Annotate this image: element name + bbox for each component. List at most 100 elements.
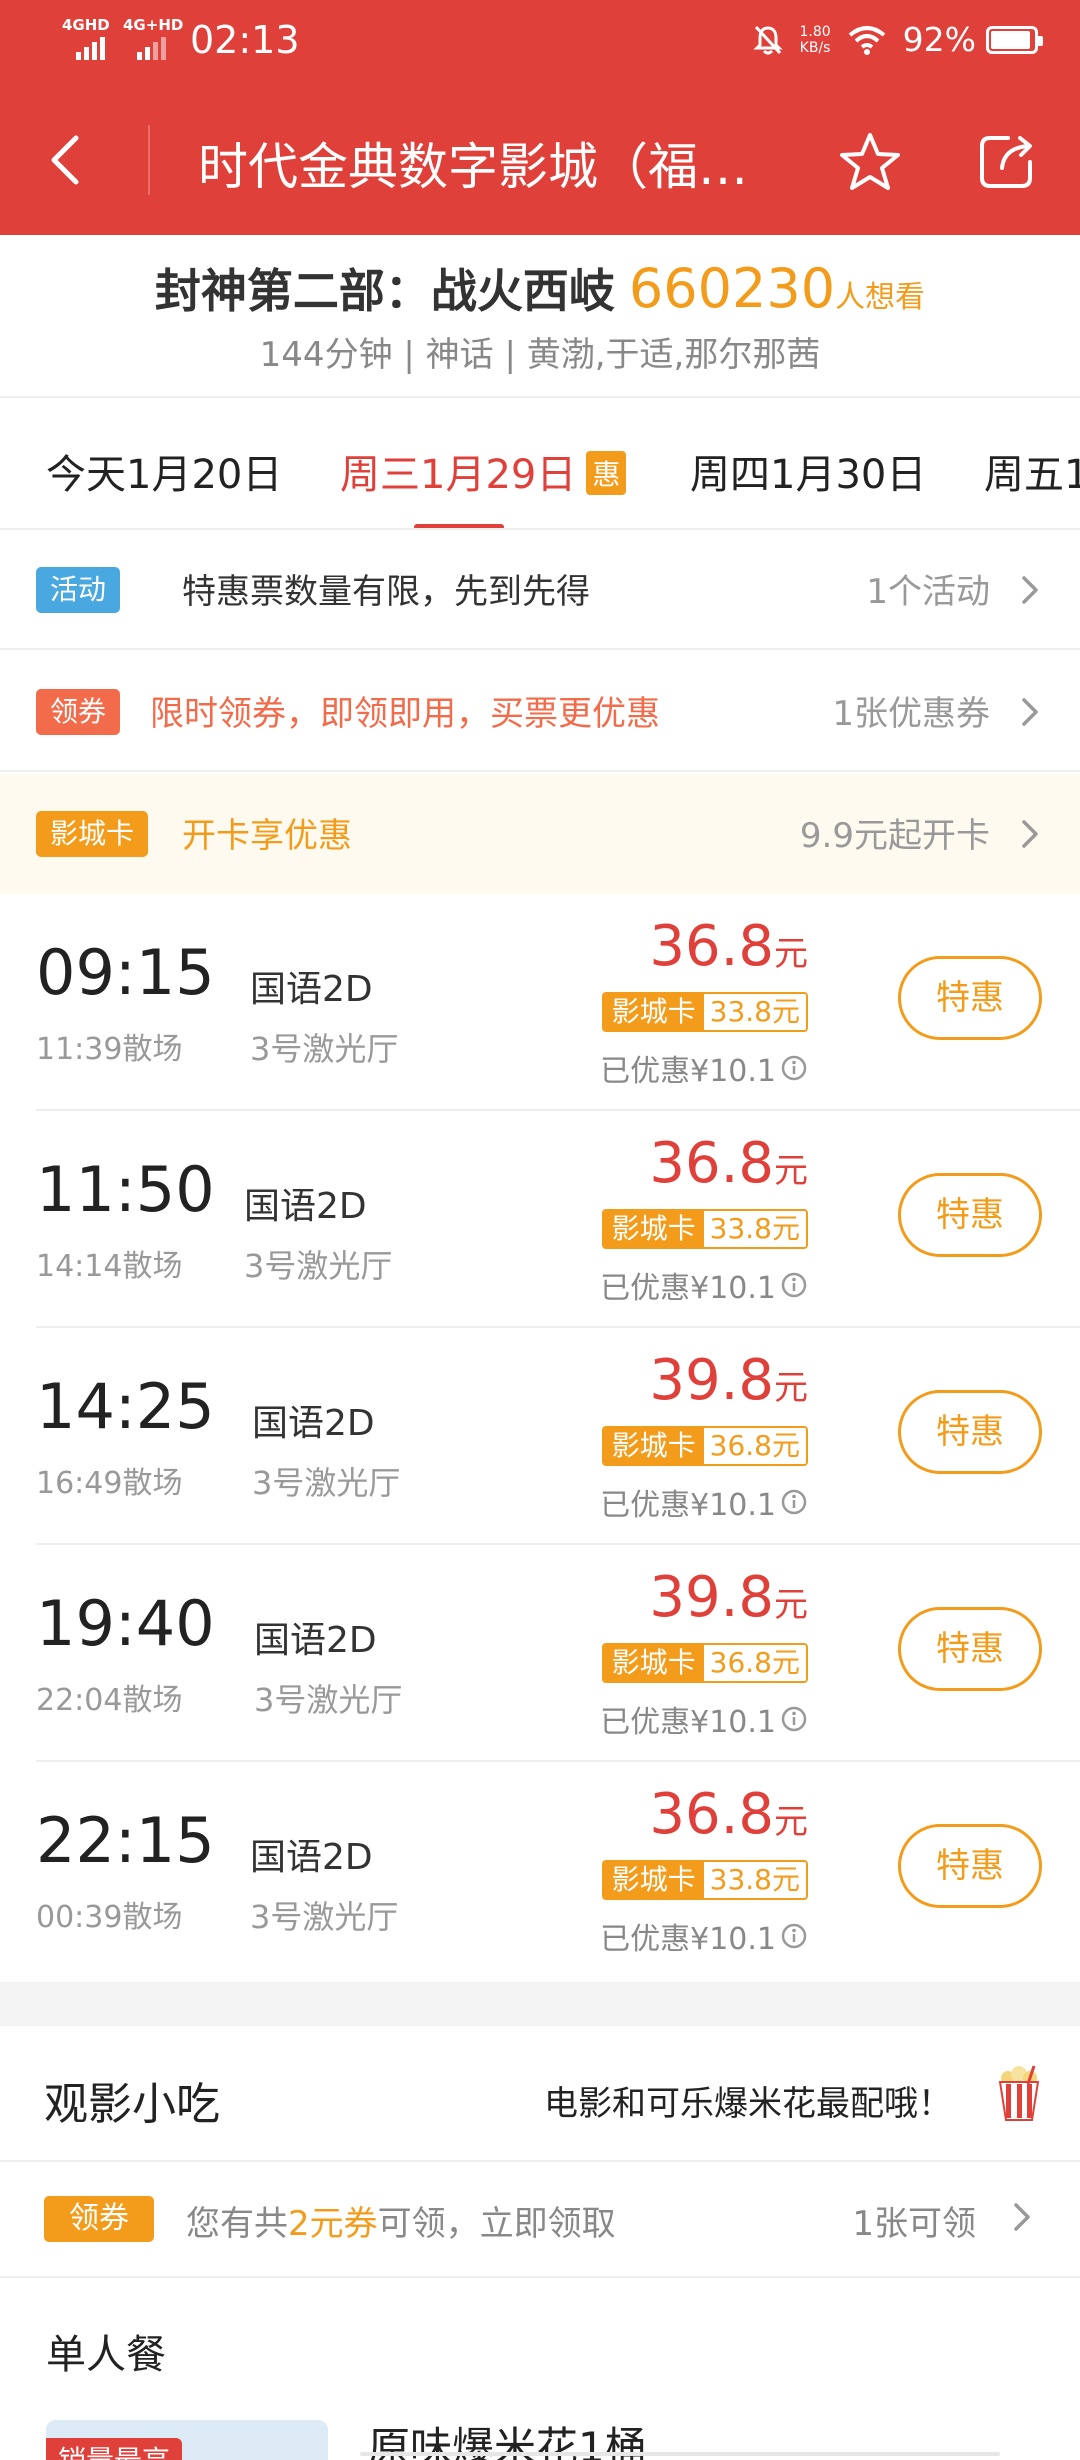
battery: 92% (903, 20, 1043, 59)
signal-sim1-icon: 4GHD (62, 16, 110, 60)
favorite-star-icon[interactable] (838, 130, 902, 194)
ticket-price: 36.8元 (649, 914, 808, 979)
date-tab-wed[interactable]: 周三1月29日惠 (340, 442, 627, 500)
buy-ticket-button[interactable]: 特惠 (898, 956, 1042, 1040)
card-price: 33.8元 (703, 994, 806, 1030)
movie-info[interactable]: 封神第二部：战火西岐 660230人想看 144分钟 | 神话 | 黄渤,于适,那… (0, 235, 1080, 398)
price-unit: 元 (774, 1151, 808, 1191)
saved-text: 已优惠¥10.1 (600, 1271, 776, 1306)
date-tab-label: 今天1月20日 (46, 452, 283, 498)
meal-thumbnail[interactable]: 销量最高 (46, 2420, 328, 2460)
saved-amount: 已优惠¥10.1 (600, 1480, 808, 1524)
info-icon[interactable] (780, 1488, 808, 1516)
ticket-price: 36.8元 (649, 1782, 808, 1847)
start-time: 19:40 (36, 1587, 215, 1660)
price-value: 36.8 (649, 1131, 774, 1196)
promo-count: 1张优惠券 (832, 694, 990, 734)
card-label: 影城卡 (603, 1211, 704, 1247)
saved-text: 已优惠¥10.1 (600, 1705, 776, 1740)
card-price: 36.8元 (703, 1645, 806, 1681)
share-icon[interactable] (976, 130, 1038, 192)
info-icon[interactable] (780, 1054, 808, 1082)
status-bar: 4GHD 4G+HD 02:13 1.80 KB/s 92% (0, 0, 1080, 82)
card-price: 33.8元 (703, 1211, 806, 1247)
cinema-title: 时代金典数字影城（福… (198, 138, 748, 196)
promo-activity[interactable]: 活动 特惠票数量有限，先到先得 1个活动 (0, 530, 1080, 650)
wifi-icon (848, 25, 885, 55)
buy-ticket-button[interactable]: 特惠 (898, 1390, 1042, 1474)
saved-amount: 已优惠¥10.1 (600, 1697, 808, 1741)
promo-text: 限时领券，即领即用，买票更优惠 (150, 694, 660, 734)
battery-icon (986, 25, 1043, 54)
card-price: 36.8元 (703, 1428, 806, 1464)
promo-cinema-card[interactable]: 影城卡 开卡享优惠 9.9元起开卡 (0, 774, 1080, 894)
showtime-row[interactable]: 09:15 11:39散场 国语2D 3号激光厅 36.8元 影城卡 33.8元 … (0, 894, 1080, 1111)
language-format: 国语2D (252, 1403, 375, 1444)
buy-ticket-button[interactable]: 特惠 (898, 1173, 1042, 1257)
start-time: 22:15 (36, 1804, 215, 1877)
hall-name: 3号激光厅 (250, 1898, 399, 1936)
card-price: 33.8元 (703, 1862, 806, 1898)
back-arrow-icon[interactable] (38, 130, 98, 190)
net-speed: 1.80 KB/s (799, 24, 830, 56)
ticket-price: 36.8元 (649, 1131, 808, 1196)
info-icon[interactable] (780, 1271, 808, 1299)
snack-coupon-badge: 领券 (44, 2196, 154, 2242)
info-icon[interactable] (780, 1922, 808, 1950)
title-bar: 时代金典数字影城（福… (0, 115, 1080, 205)
card-price-tag: 影城卡 36.8元 (601, 1426, 808, 1466)
want-label: 人想看 (835, 280, 926, 315)
popcorn-icon (998, 2065, 1040, 2121)
date-tab-label: 周三1月29日 (340, 452, 577, 498)
snack-coupon-row[interactable]: 领券 您有共2元券可领，立即领取 1张可领 (0, 2162, 1080, 2278)
price-value: 36.8 (649, 914, 774, 979)
saved-text: 已优惠¥10.1 (600, 1488, 776, 1523)
want-count: 660230 (628, 257, 836, 320)
card-price-tag: 影城卡 33.8元 (601, 1860, 808, 1900)
meal-section-title: 单人餐 (46, 2332, 166, 2378)
section-gap (0, 1982, 1080, 2026)
coupon-badge: 领券 (36, 689, 121, 735)
card-label: 影城卡 (603, 1862, 704, 1898)
chevron-right-icon (1022, 820, 1038, 848)
card-price-tag: 影城卡 33.8元 (601, 992, 808, 1032)
promo-coupon[interactable]: 领券 限时领券，即领即用，买票更优惠 1张优惠券 (0, 652, 1080, 772)
ticket-price: 39.8元 (649, 1348, 808, 1413)
showtime-row[interactable]: 14:25 16:49散场 国语2D 3号激光厅 39.8元 影城卡 36.8元 … (0, 1328, 1080, 1545)
card-label: 影城卡 (603, 994, 704, 1030)
coupon-text-pre: 您有共 (186, 2204, 288, 2244)
end-time: 11:39散场 (36, 1032, 183, 1067)
price-value: 36.8 (649, 1782, 774, 1847)
date-tabs: 今天1月20日 周三1月29日惠 周四1月30日 周五1月31日 (0, 400, 1080, 530)
card-label: 影城卡 (603, 1645, 704, 1681)
language-format: 国语2D (254, 1620, 377, 1661)
buy-ticket-button[interactable]: 特惠 (898, 1824, 1042, 1908)
hall-name: 3号激光厅 (254, 1681, 403, 1719)
showtime-row[interactable]: 19:40 22:04散场 国语2D 3号激光厅 39.8元 影城卡 36.8元 … (0, 1545, 1080, 1762)
showtime-row[interactable]: 11:50 14:14散场 国语2D 3号激光厅 36.8元 影城卡 33.8元 … (0, 1111, 1080, 1328)
movie-meta: 144分钟 | 神话 | 黄渤,于适,那尔那茜 (259, 335, 821, 375)
price-unit: 元 (774, 1585, 808, 1625)
date-tab-fri[interactable]: 周五1月31日 (984, 442, 1080, 500)
date-tab-label: 周四1月30日 (690, 452, 927, 498)
price-value: 39.8 (649, 1348, 774, 1413)
info-icon[interactable] (780, 1705, 808, 1733)
chevron-right-icon (1022, 698, 1038, 726)
ticket-price: 39.8元 (649, 1565, 808, 1630)
snack-coupon-text: 您有共2元券可领，立即领取 (186, 2196, 616, 2245)
coupon-amount: 2元券 (288, 2204, 378, 2244)
snack-coupon-count: 1张可领 (852, 2204, 976, 2244)
title-divider (148, 125, 150, 195)
mute-bell-icon (753, 25, 784, 54)
clock: 02:13 (190, 18, 300, 62)
promo-count: 9.9元起开卡 (799, 816, 990, 856)
date-tab-thu[interactable]: 周四1月30日 (690, 442, 926, 500)
start-time: 14:25 (36, 1370, 215, 1443)
net-speed-value: 1.80 (799, 23, 831, 40)
saved-amount: 已优惠¥10.1 (600, 1914, 808, 1958)
showtime-row[interactable]: 22:15 00:39散场 国语2D 3号激光厅 36.8元 影城卡 33.8元 … (0, 1762, 1080, 1979)
card-price-tag: 影城卡 33.8元 (601, 1209, 808, 1249)
date-tab-today[interactable]: 今天1月20日 (46, 442, 282, 500)
buy-ticket-button[interactable]: 特惠 (898, 1607, 1042, 1691)
language-format: 国语2D (250, 969, 373, 1010)
